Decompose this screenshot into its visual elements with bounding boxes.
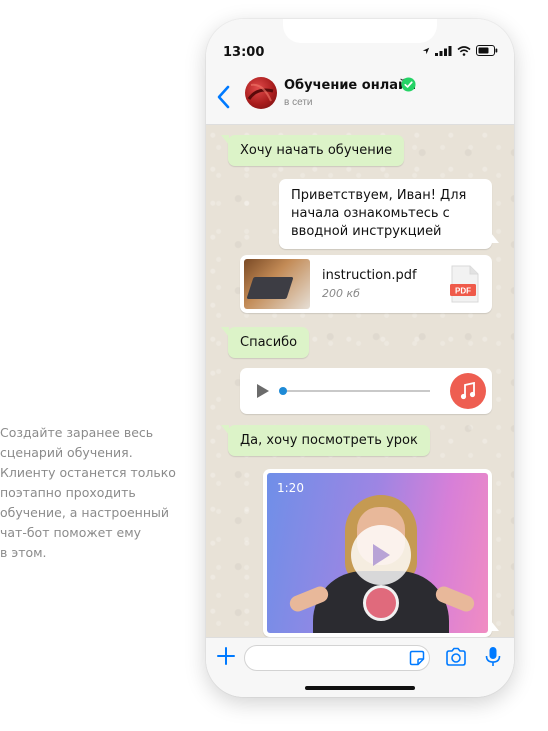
message-text: Спасибо (240, 335, 298, 350)
message-text: Приветствуем, Иван! Для начала ознакомьт… (291, 188, 467, 239)
back-chevron-icon[interactable] (214, 84, 234, 110)
chat-area[interactable]: Хочу начать обучение Приветствуем, Иван!… (206, 125, 514, 637)
message-text: Хочу начать обучение (240, 143, 393, 158)
video-play-button[interactable] (351, 525, 411, 585)
chat-name[interactable]: Обучение онлайн (284, 78, 416, 93)
pdf-label: PDF (455, 287, 471, 296)
sticker-icon[interactable] (409, 650, 425, 666)
microphone-icon[interactable] (485, 646, 501, 668)
battery-icon (476, 45, 498, 56)
home-indicator (305, 686, 415, 690)
file-thumbnail (244, 259, 310, 309)
file-name: instruction.pdf (322, 268, 417, 283)
message-outgoing: Да, хочу посмотреть урок (221, 425, 430, 456)
audio-progress-bar[interactable] (279, 387, 430, 395)
shirt-print (363, 585, 399, 621)
message-text: Да, хочу посмотреть урок (240, 433, 418, 448)
phone-mockup: 13:00 Обучение онлайн в сети Хочу начать… (206, 19, 514, 697)
pdf-file-icon: PDF (450, 265, 480, 303)
laptop-image-icon (246, 277, 294, 299)
phone-notch (283, 19, 437, 43)
location-arrow-icon (422, 47, 430, 54)
message-outgoing: Хочу начать обучение (220, 135, 405, 166)
plus-icon[interactable] (216, 646, 236, 666)
message-outgoing: Спасибо (220, 327, 310, 358)
status-time: 13:00 (223, 45, 265, 60)
signal-icon (435, 45, 452, 56)
verified-icon (401, 77, 416, 92)
wifi-icon (457, 45, 471, 56)
video-preview[interactable]: 1:20 (267, 473, 488, 633)
file-attachment[interactable]: instruction.pdf 200 кб PDF (240, 255, 492, 313)
chat-header: Обучение онлайн в сети (206, 71, 514, 125)
music-note-icon (450, 373, 486, 409)
avatar[interactable] (245, 77, 277, 109)
feature-description: Создайте заранее весь сценарий обучения.… (0, 425, 176, 560)
audio-scrubber[interactable] (279, 387, 287, 395)
video-message[interactable]: 1:20 (263, 469, 499, 637)
page: Создайте заранее весь сценарий обучения.… (0, 0, 548, 731)
camera-icon[interactable] (445, 647, 467, 667)
file-size: 200 кб (322, 287, 360, 300)
audio-message (240, 368, 492, 414)
online-status: в сети (284, 97, 313, 108)
play-icon (373, 544, 390, 566)
message-incoming: Приветствуем, Иван! Для начала ознакомьт… (279, 179, 499, 249)
avatar-pattern-icon (247, 83, 274, 102)
play-icon[interactable] (256, 383, 270, 399)
status-icons (422, 45, 498, 56)
message-input[interactable] (244, 645, 430, 671)
video-duration: 1:20 (277, 481, 304, 495)
